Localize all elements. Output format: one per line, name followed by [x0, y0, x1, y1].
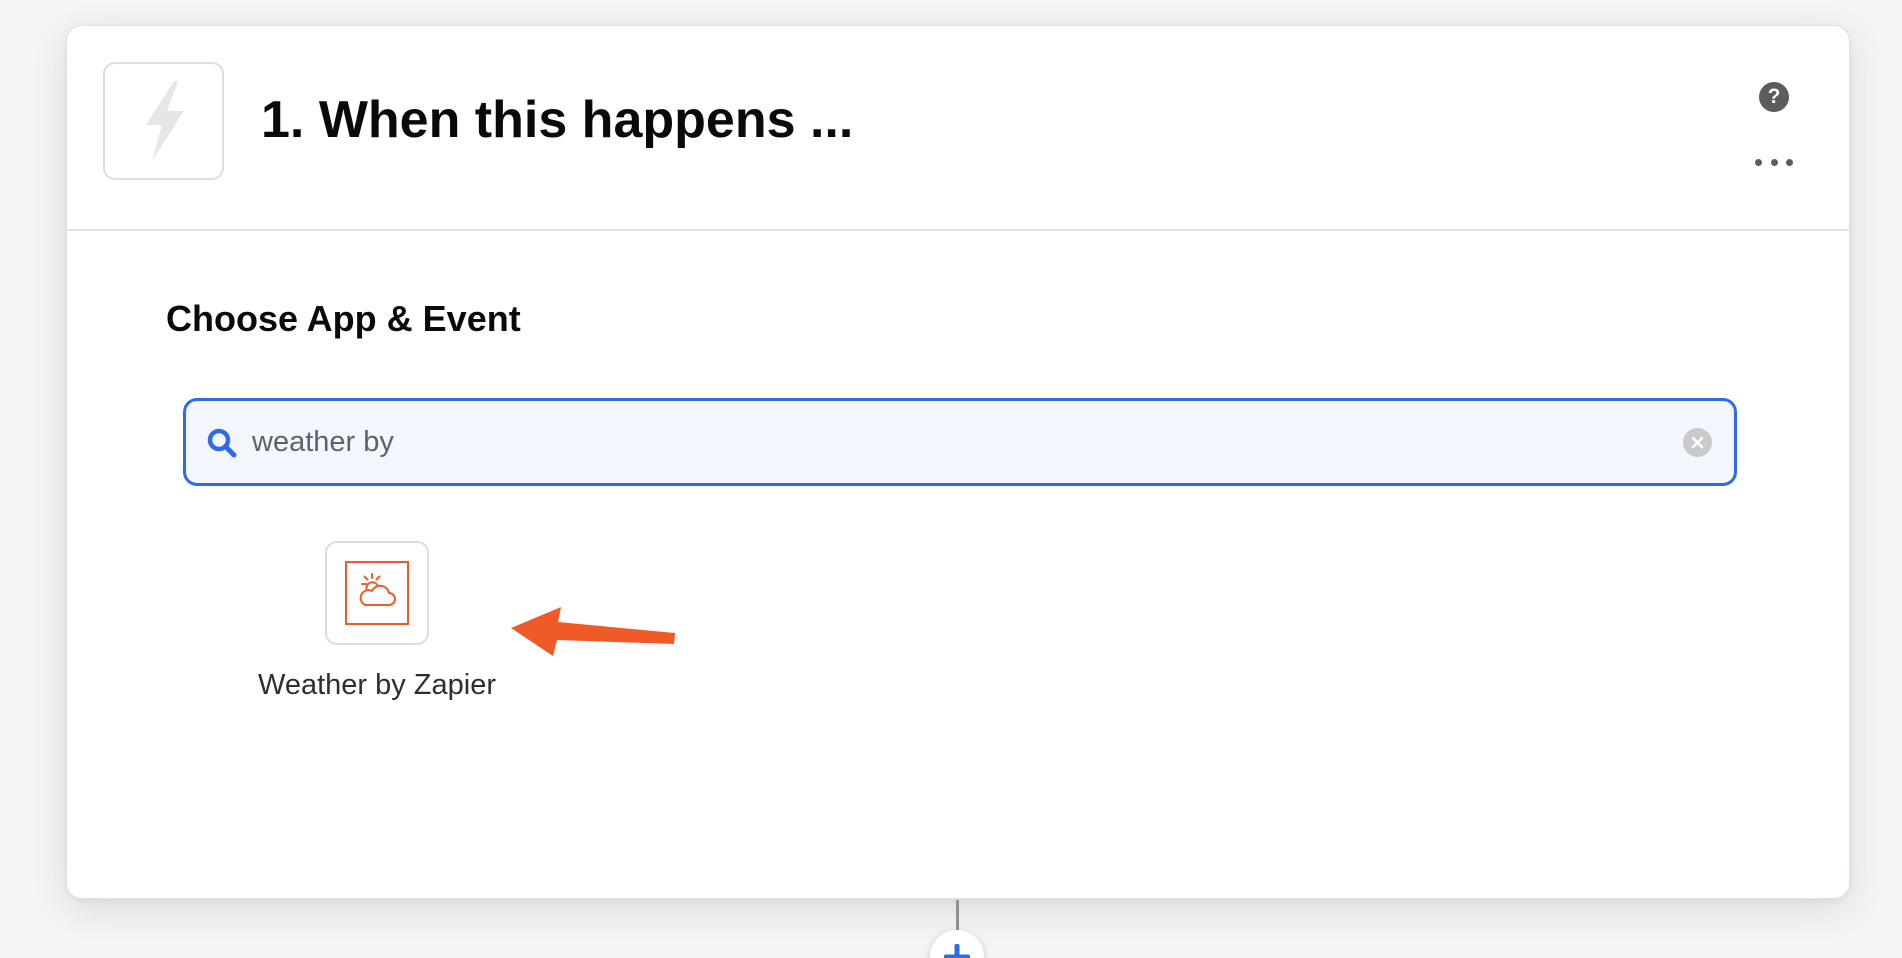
annotation-arrow — [511, 607, 675, 656]
search-icon — [207, 428, 237, 458]
trigger-step-card: 1. When this happens ... ? Choose App & … — [66, 25, 1850, 899]
app-result-label: Weather by Zapier — [257, 669, 497, 701]
weather-sun-cloud-icon — [345, 561, 409, 625]
lightning-bolt-icon — [145, 81, 184, 161]
search-input[interactable] — [252, 415, 1652, 469]
plus-icon — [944, 944, 970, 958]
zap-editor-canvas: 1. When this happens ... ? Choose App & … — [0, 0, 1902, 958]
add-step-button[interactable] — [930, 930, 984, 958]
section-title: Choose App & Event — [166, 298, 521, 339]
step-title: 1. When this happens ... — [261, 91, 854, 149]
app-result-item[interactable]: Weather by Zapier — [253, 541, 501, 711]
clear-search-icon[interactable] — [1683, 428, 1712, 457]
step-header: 1. When this happens ... ? — [67, 26, 1849, 231]
more-options-icon[interactable] — [1755, 156, 1793, 168]
app-result-tile[interactable] — [325, 541, 429, 645]
help-icon[interactable]: ? — [1759, 82, 1789, 112]
app-search-box[interactable] — [183, 398, 1737, 486]
trigger-app-placeholder[interactable] — [103, 62, 224, 180]
